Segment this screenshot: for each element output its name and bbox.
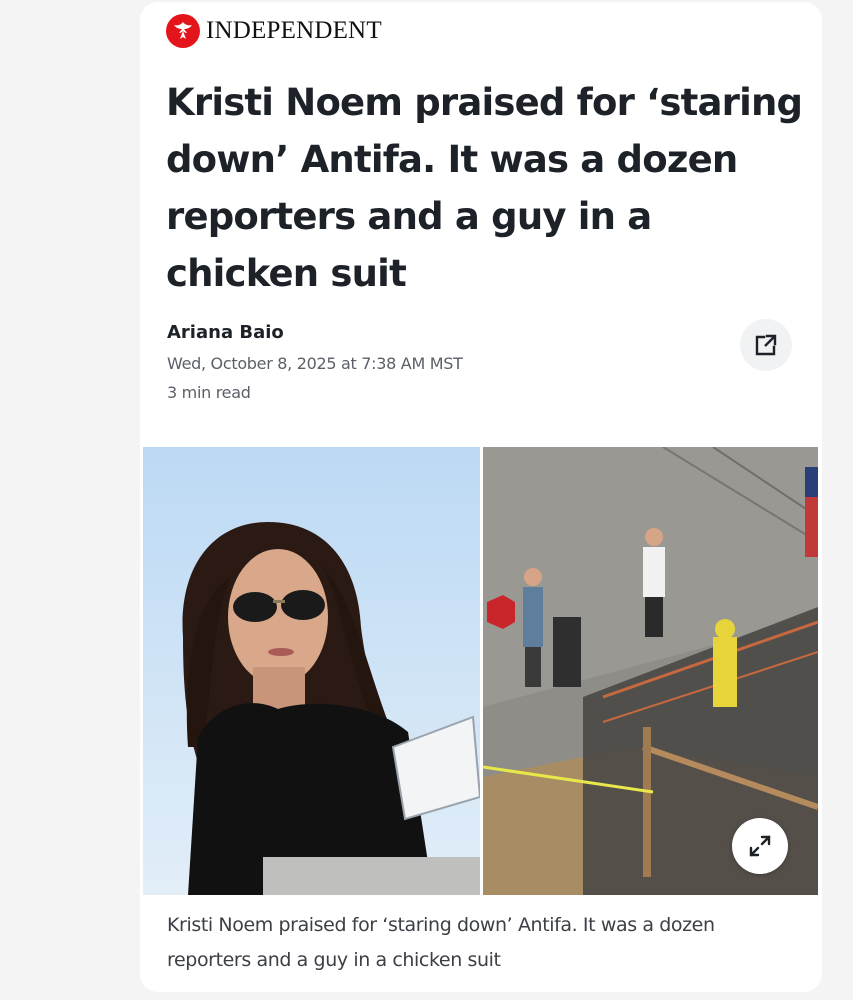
expand-button[interactable] <box>732 818 788 874</box>
publication-name: INDEPENDENT <box>206 17 382 44</box>
publish-date: Wed, October 8, 2025 at 7:38 AM MST <box>167 354 463 373</box>
share-button[interactable] <box>740 319 792 371</box>
expand-arrows-icon <box>749 835 771 857</box>
article-card: INDEPENDENT Kristi Noem praised for ‘sta… <box>140 2 822 992</box>
eagle-icon <box>166 14 200 48</box>
photo-kristi-noem[interactable] <box>143 447 480 895</box>
author-name[interactable]: Ariana Baio <box>167 322 284 343</box>
share-external-icon <box>755 334 777 356</box>
article-headline: Kristi Noem praised for ‘staring down’ A… <box>166 81 803 295</box>
photo-protest-scene[interactable] <box>483 447 818 895</box>
read-time: 3 min read <box>167 383 251 402</box>
masthead[interactable]: INDEPENDENT <box>166 14 382 48</box>
image-caption: Kristi Noem praised for ‘staring down’ A… <box>167 914 715 971</box>
